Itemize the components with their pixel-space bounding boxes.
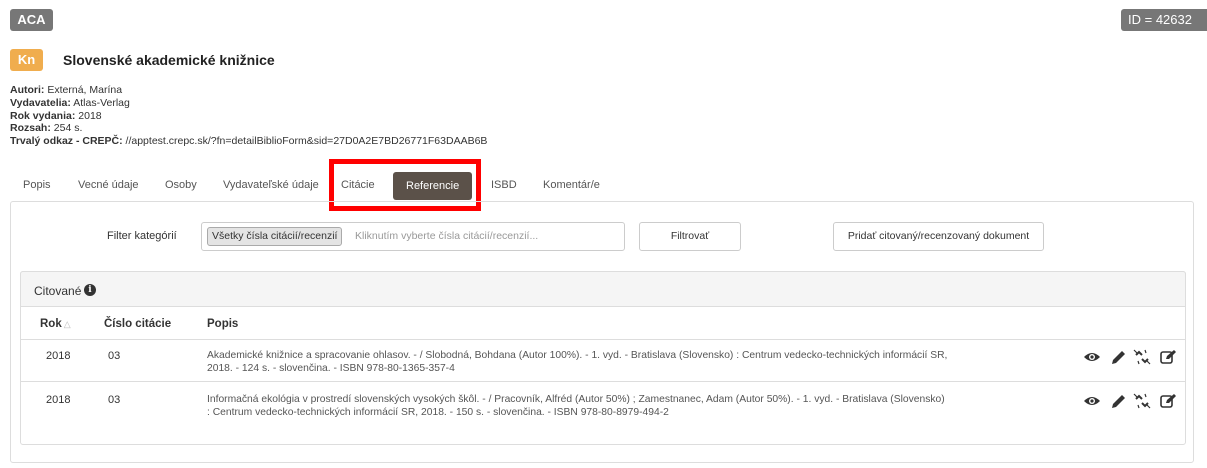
tab-popis[interactable]: Popis xyxy=(23,170,51,200)
tab-isbd[interactable]: ISBD xyxy=(491,170,517,200)
year-value: 2018 xyxy=(78,109,102,122)
cited-title: Citované xyxy=(34,284,82,298)
cited-panel-header xyxy=(20,271,1186,307)
authors-value: Externá, Marína xyxy=(47,84,123,96)
page-title: Slovenské akademické knižnice xyxy=(63,52,275,68)
divider xyxy=(20,339,1186,340)
record-id-badge: ID = 42632 xyxy=(1121,9,1207,31)
column-header-year[interactable]: Rok △ xyxy=(40,318,71,330)
row-year: 2018 xyxy=(46,394,71,406)
filter-label: Filter kategórií xyxy=(107,230,177,242)
filter-placeholder: Kliknutím vyberte čísla citácií/recenzií… xyxy=(355,230,539,242)
info-circle-icon[interactable]: i xyxy=(84,284,96,296)
sort-icon: △ xyxy=(63,319,71,329)
eye-icon[interactable] xyxy=(1083,349,1101,365)
row-year: 2018 xyxy=(46,350,71,362)
tab-osoby[interactable]: Osoby xyxy=(165,170,197,200)
eye-icon[interactable] xyxy=(1083,393,1101,409)
publishers-label: Vydavatelia: xyxy=(10,96,71,109)
category-filter-input[interactable]: Všetky čísla citácií/recenzií Kliknutím … xyxy=(201,222,625,251)
edit-icon[interactable] xyxy=(1159,349,1177,365)
pencil-icon[interactable] xyxy=(1109,393,1127,409)
extent-label: Rozsah: xyxy=(10,122,51,135)
document-type-badge: Kn xyxy=(10,49,43,71)
divider xyxy=(20,381,1186,382)
system-badge: ACA xyxy=(10,9,53,31)
permalink-link[interactable]: //apptest.crepc.sk/?fn=detailBiblioForm&… xyxy=(126,135,488,147)
tab-vydavatelske-udaje[interactable]: Vydavateľské údaje xyxy=(223,170,319,200)
year-label: Rok vydania: xyxy=(10,109,76,122)
tab-vecne-udaje[interactable]: Vecné údaje xyxy=(78,170,139,200)
permalink-label: Trvalý odkaz - CREPČ: xyxy=(10,135,123,148)
row-description: Akademické knižnice a spracovanie ohlaso… xyxy=(207,350,948,374)
filter-chip[interactable]: Všetky čísla citácií/recenzií xyxy=(207,227,343,246)
unlink-icon[interactable] xyxy=(1133,393,1151,409)
record-metadata: Autori: Externá, Marína Vydavatelia: Atl… xyxy=(10,84,487,148)
edit-icon[interactable] xyxy=(1159,393,1177,409)
pencil-icon[interactable] xyxy=(1109,349,1127,365)
tab-komentare[interactable]: Komentár/e xyxy=(543,170,600,200)
row-description: Informačná ekológia v prostredí slovensk… xyxy=(207,394,945,418)
column-header-number[interactable]: Číslo citácie xyxy=(104,318,171,330)
extent-value: 254 s. xyxy=(53,122,83,135)
add-cited-document-button[interactable]: Pridať citovaný/recenzovaný dokument xyxy=(833,222,1044,251)
filter-button[interactable]: Filtrovať xyxy=(639,222,741,251)
publishers-value: Atlas-Verlag xyxy=(73,96,130,109)
column-header-description[interactable]: Popis xyxy=(207,318,238,330)
unlink-icon[interactable] xyxy=(1133,349,1151,365)
row-citation-number: 03 xyxy=(108,350,121,362)
row-citation-number: 03 xyxy=(108,394,121,406)
authors-label: Autori: xyxy=(10,84,45,96)
